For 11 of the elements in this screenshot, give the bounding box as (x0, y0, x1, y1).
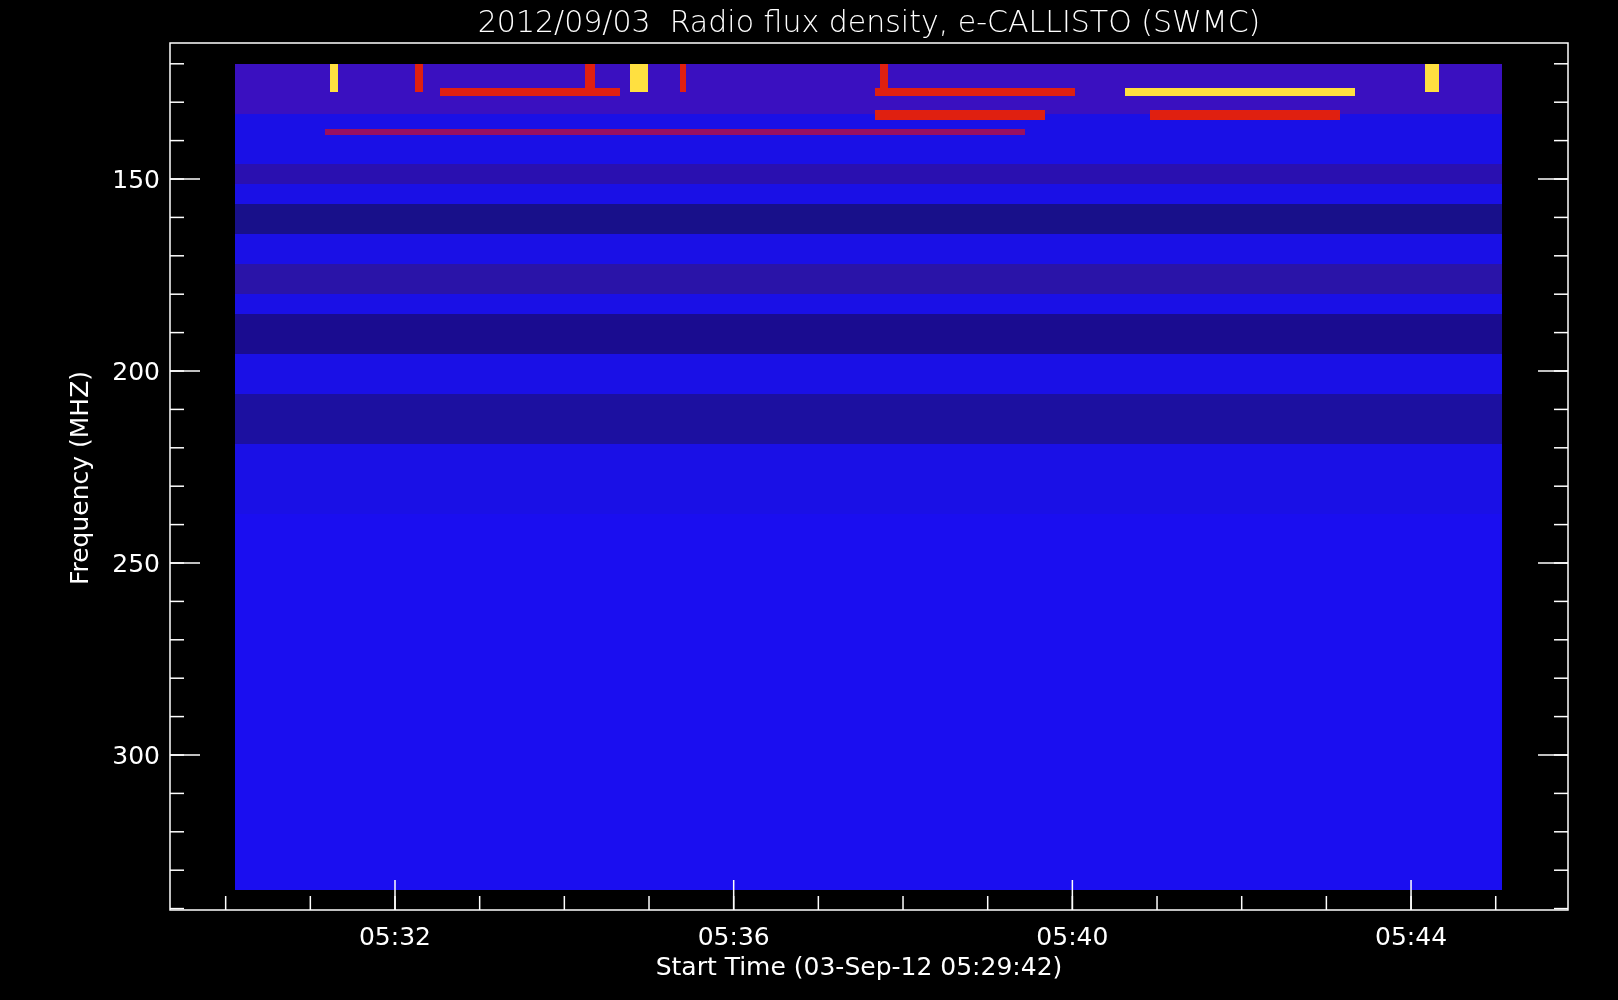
axis-label: Start Time (03-Sep-12 05:29:42) (655, 952, 1063, 981)
chart-title: 2012/09/03 Radio flux density, e-CALLISTO (SWMC) (477, 4, 1261, 39)
tick-label: 05:44 (1375, 922, 1448, 951)
axis-label: Frequency (MHZ) (65, 370, 94, 586)
tick-label: 250 (112, 549, 160, 578)
tick-label: 150 (112, 165, 160, 194)
tick-label: 05:40 (1036, 922, 1109, 951)
tick-label: 05:32 (359, 922, 431, 951)
tick-label: 300 (112, 741, 160, 770)
tick-label: 05:36 (697, 922, 770, 951)
tick-label: 200 (112, 357, 160, 386)
